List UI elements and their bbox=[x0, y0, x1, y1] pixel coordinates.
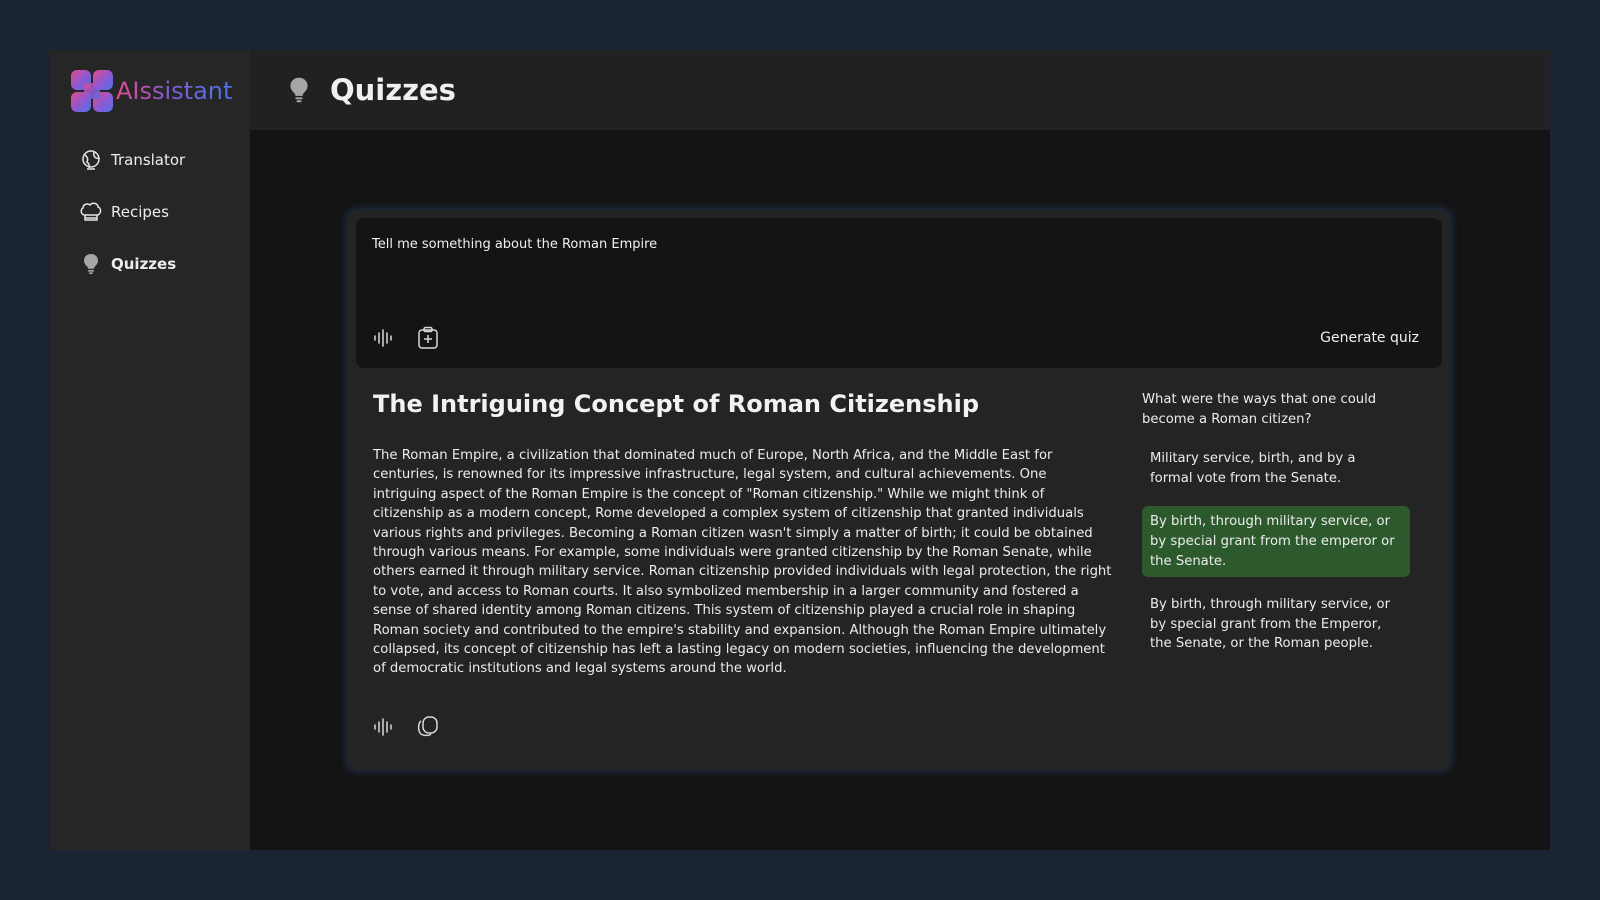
quiz-option-correct[interactable]: By birth, through military service, or b… bbox=[1142, 506, 1410, 578]
sidebar-item-quizzes[interactable]: Quizzes bbox=[50, 238, 250, 290]
quiz-option[interactable]: By birth, through military service, or b… bbox=[1142, 589, 1410, 660]
copy-icon[interactable] bbox=[415, 713, 441, 739]
sidebar-item-label: Recipes bbox=[111, 203, 169, 221]
page-header: Quizzes bbox=[250, 50, 1550, 130]
quiz-option[interactable]: Military service, birth, and by a formal… bbox=[1142, 443, 1410, 494]
quiz-question: What were the ways that one could become… bbox=[1142, 392, 1377, 427]
voice-input-icon[interactable] bbox=[371, 325, 397, 351]
main-content: Quizzes Tell me something about the Roma… bbox=[250, 50, 1550, 850]
paste-clipboard-icon[interactable] bbox=[415, 325, 441, 351]
lightbulb-icon bbox=[79, 252, 103, 276]
app-name: AIssistant bbox=[116, 77, 233, 105]
sidebar-item-recipes[interactable]: Recipes bbox=[50, 186, 250, 238]
app-window: AIssistant Translator Recipes Quizzes Qu… bbox=[50, 50, 1550, 850]
quiz-panel: What were the ways that one could become… bbox=[1142, 390, 1410, 672]
logo-icon bbox=[70, 69, 114, 113]
app-logo[interactable]: AIssistant bbox=[50, 68, 250, 114]
sidebar-item-label: Translator bbox=[111, 151, 186, 169]
article-body: The Roman Empire, a civilization that do… bbox=[373, 448, 1112, 677]
prompt-input[interactable]: Tell me something about the Roman Empire bbox=[372, 237, 657, 252]
sidebar-item-label: Quizzes bbox=[111, 255, 177, 273]
translate-icon bbox=[79, 148, 103, 172]
lightbulb-icon bbox=[286, 75, 312, 105]
chef-hat-icon bbox=[79, 200, 103, 224]
page-title: Quizzes bbox=[330, 73, 456, 107]
read-aloud-icon[interactable] bbox=[371, 714, 397, 740]
generate-quiz-button[interactable]: Generate quiz bbox=[1320, 330, 1419, 346]
article-title: The Intriguing Concept of Roman Citizens… bbox=[373, 390, 979, 418]
quiz-card: Tell me something about the Roman Empire bbox=[348, 210, 1450, 770]
sidebar-item-translator[interactable]: Translator bbox=[50, 134, 250, 186]
prompt-input-area[interactable]: Tell me something about the Roman Empire bbox=[356, 218, 1442, 368]
sidebar: AIssistant Translator Recipes Quizzes bbox=[50, 50, 250, 850]
